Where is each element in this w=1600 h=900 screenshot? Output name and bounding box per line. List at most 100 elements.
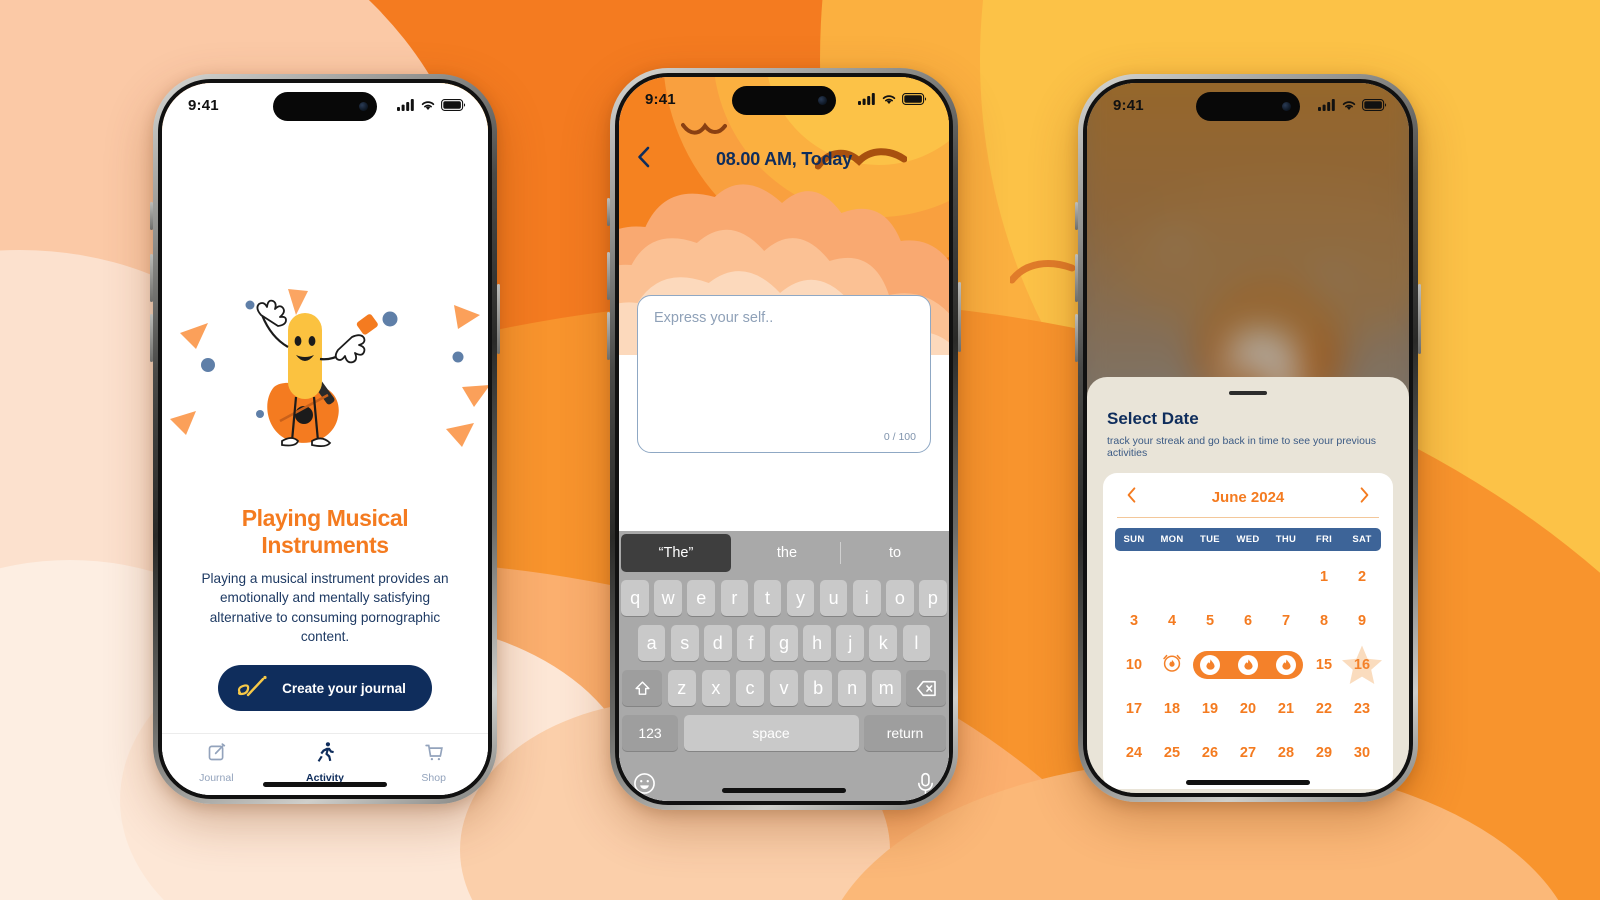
home-indicator[interactable] <box>722 788 846 793</box>
key-p[interactable]: p <box>919 580 947 616</box>
mute-switch[interactable] <box>1075 202 1078 230</box>
mute-switch[interactable] <box>607 198 610 226</box>
key-u[interactable]: u <box>819 580 848 616</box>
hero-illustration-area <box>162 83 488 503</box>
volume-down-button[interactable] <box>150 314 153 362</box>
calendar-day-22[interactable]: 22 <box>1305 689 1343 729</box>
key-s[interactable]: s <box>670 625 699 661</box>
key-t[interactable]: t <box>753 580 782 616</box>
calendar-day-17[interactable]: 17 <box>1115 689 1153 729</box>
calendar-day-18[interactable]: 18 <box>1153 689 1191 729</box>
calendar-day-19[interactable]: 19 <box>1191 689 1229 729</box>
key-n[interactable]: n <box>837 670 867 706</box>
calendar-day-2[interactable]: 2 <box>1343 557 1381 597</box>
battery-icon <box>1362 99 1387 111</box>
shift-key[interactable] <box>622 670 662 706</box>
calendar-day-16[interactable]: 16 <box>1342 645 1382 685</box>
calendar-day-7[interactable]: 7 <box>1267 601 1305 641</box>
calendar-day-20[interactable]: 20 <box>1229 689 1267 729</box>
space-key[interactable]: space <box>683 715 859 751</box>
power-button[interactable] <box>1418 284 1421 354</box>
key-b[interactable]: b <box>803 670 833 706</box>
key-l[interactable]: l <box>902 625 931 661</box>
key-o[interactable]: o <box>886 580 914 616</box>
key-g[interactable]: g <box>770 625 798 661</box>
calendar-day-28[interactable]: 28 <box>1267 733 1305 773</box>
mute-switch[interactable] <box>150 202 153 230</box>
key-e[interactable]: e <box>687 580 716 616</box>
calendar-day-3[interactable]: 3 <box>1115 601 1153 641</box>
calendar-day-4[interactable]: 4 <box>1153 601 1191 641</box>
key-j[interactable]: j <box>836 625 864 661</box>
key-k[interactable]: k <box>869 625 898 661</box>
status-time: 9:41 <box>1113 96 1144 114</box>
calendar-day-1[interactable]: 1 <box>1305 557 1343 597</box>
key-a[interactable]: a <box>637 625 666 661</box>
volume-down-button[interactable] <box>607 312 610 360</box>
return-key[interactable]: return <box>864 715 946 751</box>
key-f[interactable]: f <box>737 625 765 661</box>
select-date-bottom-sheet: Select Date track your streak and go bac… <box>1087 377 1409 793</box>
calendar-day-24[interactable]: 24 <box>1115 733 1153 773</box>
tab-journal-label: Journal <box>199 771 234 784</box>
navigation-bar: 08.00 AM, Today <box>619 137 949 181</box>
key-h[interactable]: h <box>803 625 831 661</box>
tab-journal[interactable]: Journal <box>162 742 271 784</box>
volume-up-button[interactable] <box>1075 254 1078 302</box>
home-indicator[interactable] <box>263 782 387 787</box>
calendar-day-10[interactable]: 10 <box>1115 645 1153 685</box>
key-z[interactable]: z <box>667 670 697 706</box>
sheet-grabber[interactable] <box>1229 391 1267 395</box>
calendar-day-6[interactable]: 6 <box>1229 601 1267 641</box>
key-x[interactable]: x <box>701 670 731 706</box>
next-month-button[interactable] <box>1356 487 1373 507</box>
power-button[interactable] <box>958 282 961 352</box>
suggestion-2[interactable]: to <box>841 531 949 575</box>
tab-activity[interactable]: Activity <box>271 741 380 784</box>
calendar-day-29[interactable]: 29 <box>1305 733 1343 773</box>
suggestion-0[interactable]: “The” <box>621 534 731 572</box>
backspace-key[interactable] <box>906 670 946 706</box>
phone-1-frame: Playing Musical Instruments Playing a mu… <box>150 74 500 804</box>
key-y[interactable]: y <box>786 580 815 616</box>
tab-shop[interactable]: Shop <box>379 742 488 784</box>
calendar-day-21[interactable]: 21 <box>1267 689 1305 729</box>
suggestion-1[interactable]: the <box>733 531 841 575</box>
key-w[interactable]: w <box>654 580 682 616</box>
volume-down-button[interactable] <box>1075 314 1078 362</box>
journal-text-area[interactable]: Express your self.. 0 / 100 <box>637 295 931 453</box>
volume-up-button[interactable] <box>150 254 153 302</box>
calendar-day-23[interactable]: 23 <box>1343 689 1381 729</box>
wifi-icon <box>1342 101 1356 110</box>
home-indicator[interactable] <box>1186 780 1310 785</box>
power-button[interactable] <box>497 284 500 354</box>
dictation-key[interactable] <box>916 772 935 801</box>
key-i[interactable]: i <box>852 580 881 616</box>
back-button[interactable] <box>637 146 650 173</box>
calendar-day-9[interactable]: 9 <box>1343 601 1381 641</box>
calendar-day-5[interactable]: 5 <box>1191 601 1229 641</box>
phone-3-content: 3 Select Date track your streak and go b… <box>1087 83 1409 793</box>
calendar-day-26[interactable]: 26 <box>1191 733 1229 773</box>
calendar-day-11[interactable] <box>1153 645 1191 685</box>
create-journal-button[interactable]: Create your journal <box>218 665 432 711</box>
alarm-streak-icon <box>1161 652 1183 678</box>
key-v[interactable]: v <box>769 670 799 706</box>
suggestion-1-label: the <box>776 545 798 561</box>
status-indicators <box>397 99 466 111</box>
calendar-day-8[interactable]: 8 <box>1305 601 1343 641</box>
numbers-key[interactable]: 123 <box>622 715 678 751</box>
key-r[interactable]: r <box>720 580 749 616</box>
running-person-icon <box>314 741 336 768</box>
calendar-day-30[interactable]: 30 <box>1343 733 1381 773</box>
prev-month-button[interactable] <box>1123 487 1140 507</box>
calendar-day-25[interactable]: 25 <box>1153 733 1191 773</box>
calendar-day-27[interactable]: 27 <box>1229 733 1267 773</box>
emoji-key[interactable] <box>633 772 656 800</box>
volume-up-button[interactable] <box>607 252 610 300</box>
key-d[interactable]: d <box>704 625 732 661</box>
calendar-day-15[interactable]: 15 <box>1305 645 1343 685</box>
key-c[interactable]: c <box>735 670 765 706</box>
key-q[interactable]: q <box>621 580 649 616</box>
key-m[interactable]: m <box>871 670 901 706</box>
